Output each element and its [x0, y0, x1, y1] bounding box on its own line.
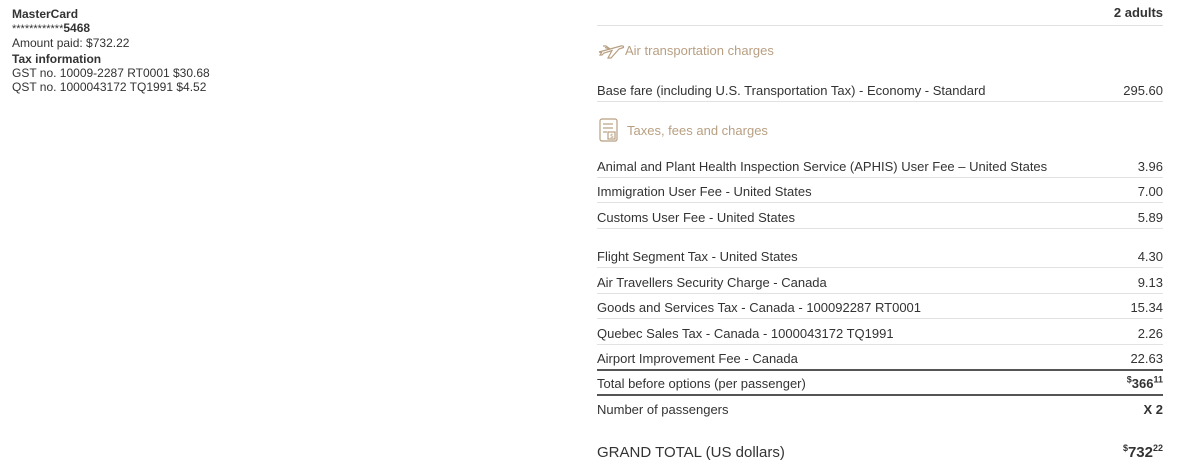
- row-value: 2.26: [1137, 325, 1163, 341]
- section-title-taxes: Taxes, fees and charges: [627, 122, 768, 138]
- row-label: Airport Improvement Fee - Canada: [597, 351, 798, 366]
- tax-row: Goods and Services Tax - Canada - 100092…: [597, 296, 1163, 319]
- amount-paid: Amount paid: $732.22: [12, 36, 130, 50]
- row-value: 5.89: [1137, 209, 1163, 225]
- svg-text:$: $: [610, 133, 614, 140]
- amount-whole: 366: [1131, 376, 1154, 391]
- qst-number: QST no. 1000043172 TQ1991 $4.52: [12, 80, 207, 94]
- row-label: Flight Segment Tax - United States: [597, 248, 798, 264]
- tax-row: Air Travellers Security Charge - Canada 9…: [597, 271, 1163, 294]
- row-value: 295.60: [1123, 82, 1163, 98]
- tax-row: Animal and Plant Health Inspection Servi…: [597, 155, 1163, 178]
- passengers-multiplier: X 2: [1143, 402, 1163, 417]
- divider: [597, 25, 1163, 26]
- passenger-count-header: 2 adults: [1113, 5, 1163, 20]
- row-label: Goods and Services Tax - Canada - 100092…: [597, 299, 922, 315]
- row-label: Number of passengers: [597, 402, 729, 417]
- card-mask: ************: [12, 23, 64, 35]
- section-taxes: $ Taxes, fees and charges: [597, 116, 768, 144]
- section-title-air: Air transportation charges: [625, 42, 774, 58]
- tax-row: Flight Segment Tax - United States 4.30: [597, 245, 1163, 268]
- row-label: Total before options (per passenger): [597, 376, 806, 391]
- number-of-passengers-row: Number of passengers X 2: [597, 398, 1163, 421]
- gst-number: GST no. 10009-2287 RT0001 $30.68: [12, 66, 210, 80]
- airplane-icon: [597, 38, 625, 62]
- amount-whole: 732: [1127, 444, 1153, 461]
- payment-info: MasterCard ************5468 Amount paid:…: [12, 7, 342, 94]
- row-value: 9.13: [1137, 274, 1163, 290]
- row-value: 15.34: [1130, 299, 1163, 315]
- amount-cents: 22: [1152, 443, 1163, 453]
- tax-row: Immigration User Fee - United States 7.00: [597, 180, 1163, 203]
- tax-row: Quebec Sales Tax - Canada - 1000043172 T…: [597, 322, 1163, 345]
- grand-total-label: GRAND TOTAL (US dollars): [597, 444, 785, 461]
- base-fare-row: Base fare (including U.S. Transportation…: [597, 79, 1163, 102]
- amount-cents: 11: [1153, 374, 1163, 385]
- row-label: Immigration User Fee - United States: [597, 183, 812, 199]
- card-number: ************5468: [12, 21, 342, 36]
- row-label: Air Travellers Security Charge - Canada: [597, 274, 827, 290]
- row-value: 22.63: [1130, 351, 1163, 366]
- card-last4: 5468: [63, 21, 91, 35]
- tax-info-title: Tax information: [12, 52, 102, 66]
- grand-total-row: GRAND TOTAL (US dollars) $73222: [597, 443, 1163, 462]
- total-before-options-row: Total before options (per passenger) $36…: [597, 373, 1163, 396]
- tax-row: Customs User Fee - United States 5.89: [597, 206, 1163, 229]
- row-value: 3.96: [1137, 158, 1163, 174]
- card-type: MasterCard: [12, 7, 79, 21]
- row-value: 4.30: [1137, 248, 1163, 264]
- row-label: Animal and Plant Health Inspection Servi…: [597, 158, 1048, 174]
- receipt-icon: $: [597, 116, 623, 144]
- row-label: Base fare (including U.S. Transportation…: [597, 82, 986, 98]
- row-value: 7.00: [1137, 183, 1163, 199]
- total-before-value: $36611: [1127, 374, 1163, 391]
- row-label: Quebec Sales Tax - Canada - 1000043172 T…: [597, 325, 894, 341]
- grand-total-value: $73222: [1123, 443, 1163, 462]
- row-label: Customs User Fee - United States: [597, 209, 795, 225]
- section-air-charges: Air transportation charges: [597, 38, 774, 62]
- tax-row: Airport Improvement Fee - Canada 22.63: [597, 348, 1163, 371]
